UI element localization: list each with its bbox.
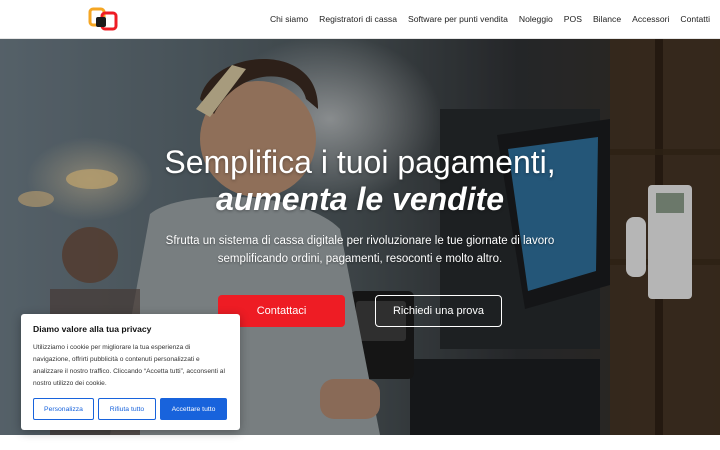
- nav-item-contatti[interactable]: Contatti: [680, 14, 710, 24]
- nav-item-software[interactable]: Software per punti vendita: [408, 14, 508, 24]
- cookie-text: Utilizziamo i cookie per migliorare la t…: [33, 344, 225, 387]
- site-header: Chi siamo Registratori di cassa Software…: [0, 0, 720, 39]
- request-trial-button[interactable]: Richiedi una prova: [375, 295, 502, 327]
- reject-all-button[interactable]: Rifiuta tutto: [98, 398, 156, 420]
- nav-item-bilance[interactable]: Bilance: [593, 14, 621, 24]
- main-nav: Chi siamo Registratori di cassa Software…: [259, 0, 710, 38]
- hero-title-line1: Semplifica i tuoi pagamenti,: [164, 144, 556, 180]
- cookie-buttons: Personalizza Rifiuta tutto Accettare tut…: [33, 398, 231, 420]
- hero-title-line2: aumenta le vendite: [215, 181, 505, 217]
- customize-button[interactable]: Personalizza: [33, 398, 94, 420]
- cookie-consent-banner: Diamo valore alla tua privacy Utilizziam…: [21, 314, 240, 430]
- nav-item-pos[interactable]: POS: [564, 14, 582, 24]
- hero-subtitle: Sfrutta un sistema di cassa digitale per…: [165, 235, 555, 265]
- accept-all-button[interactable]: Accettare tutto: [160, 398, 227, 420]
- nav-item-chi-siamo[interactable]: Chi siamo: [270, 14, 308, 24]
- nav-item-accessori[interactable]: Accessori: [632, 14, 669, 24]
- logo-icon[interactable]: [88, 5, 120, 33]
- nav-item-noleggio[interactable]: Noleggio: [519, 14, 553, 24]
- nav-item-registratori-di-cassa[interactable]: Registratori di cassa: [319, 14, 397, 24]
- cookie-title: Diamo valore alla tua privacy: [33, 324, 152, 334]
